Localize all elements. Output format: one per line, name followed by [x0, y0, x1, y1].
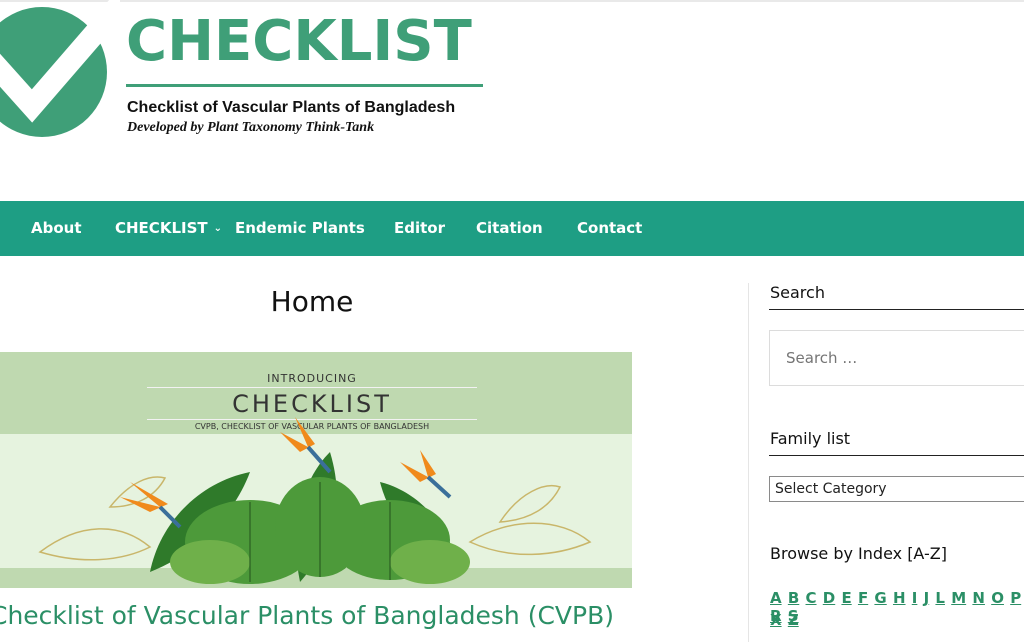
article-title[interactable]: Checklist of Vascular Plants of Banglade… — [0, 601, 630, 630]
search-input[interactable] — [769, 330, 1024, 386]
index-letter-link[interactable]: D — [823, 589, 835, 607]
main-navigation: About CHECKLIST ⌄ Endemic Plants Editor C… — [0, 201, 1024, 256]
select-value: Select Category — [775, 481, 887, 497]
nav-item-contact[interactable]: Contact — [577, 201, 642, 256]
index-letter-link[interactable]: P — [1010, 589, 1021, 607]
nav-item-about[interactable]: About — [31, 201, 82, 256]
nav-item-label: Contact — [577, 219, 643, 237]
family-list-title: Family list — [770, 429, 851, 448]
nav-item-label: CHECKLIST — [115, 219, 208, 237]
index-letter-link[interactable]: E — [841, 589, 851, 607]
index-letter-link[interactable]: I — [912, 589, 918, 607]
index-letter-link[interactable]: F — [858, 589, 868, 607]
banner-divider — [147, 387, 477, 388]
index-letter-link[interactable]: M — [951, 589, 966, 607]
family-category-select[interactable]: Select Category — [769, 476, 1024, 502]
sidebar-divider — [748, 283, 749, 642]
logo-subtitle: Checklist of Vascular Plants of Banglade… — [127, 99, 456, 116]
widget-title-rule — [769, 309, 1024, 310]
browse-index-title: Browse by Index [A-Z] — [770, 544, 947, 563]
nav-item-endemic-plants[interactable]: Endemic Plants — [235, 201, 365, 256]
site-logo[interactable]: CHECKLIST Checklist of Vascular Plants o… — [0, 0, 500, 160]
az-index-row-1: A B C D E F G H I J L M N O P R S — [770, 589, 1024, 625]
index-letter-link[interactable]: L — [935, 589, 945, 607]
page-title: Home — [270, 285, 354, 318]
banner-intro-text: INTRODUCING — [267, 372, 357, 385]
nav-item-label: About — [31, 219, 82, 237]
nav-item-citation[interactable]: Citation — [476, 201, 543, 256]
index-letter-link[interactable]: C — [806, 589, 817, 607]
logo-developer: Developed by Plant Taxonomy Think-Tank — [127, 120, 375, 135]
index-letter-link[interactable]: Z — [788, 611, 799, 629]
index-letter-link[interactable]: G — [874, 589, 886, 607]
logo-wordmark: CHECKLIST — [126, 9, 472, 74]
checkmark-circle-icon — [0, 0, 120, 137]
search-widget-title: Search — [770, 283, 825, 302]
az-index-row-2: X Z — [770, 611, 800, 629]
nav-item-editor[interactable]: Editor — [394, 201, 445, 256]
nav-item-label: Citation — [476, 219, 543, 237]
tropical-plants-illustration — [38, 417, 592, 584]
nav-item-label: Editor — [394, 219, 445, 237]
chevron-down-icon[interactable]: ⌄ — [214, 223, 222, 234]
nav-item-label: Endemic Plants — [235, 219, 365, 237]
index-letter-link[interactable]: X — [770, 611, 782, 629]
index-letter-link[interactable]: N — [972, 589, 985, 607]
hero-banner-image: INTRODUCING CHECKLIST CVPB, CHECKLIST OF… — [0, 352, 632, 588]
logo-rule — [126, 84, 483, 87]
widget-title-rule — [769, 455, 1024, 456]
nav-item-checklist[interactable]: CHECKLIST ⌄ — [115, 201, 222, 256]
index-letter-link[interactable]: O — [991, 589, 1004, 607]
index-letter-link[interactable]: A — [770, 589, 782, 607]
index-letter-link[interactable]: H — [893, 589, 906, 607]
index-letter-link[interactable]: J — [924, 589, 930, 607]
index-letter-link[interactable]: B — [788, 589, 799, 607]
